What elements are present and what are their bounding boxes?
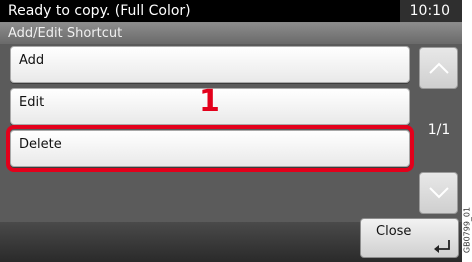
screen-title: Add/Edit Shortcut [0, 23, 462, 44]
chevron-down-icon [428, 187, 449, 199]
document-code: GB0799_01 [462, 200, 472, 260]
status-time: 10:10 [409, 3, 450, 19]
delete-button-label: Delete [19, 137, 62, 152]
chevron-up-icon [428, 62, 449, 74]
page-indicator: 1/1 [427, 122, 451, 138]
scroll-up-button[interactable] [419, 47, 458, 89]
add-button[interactable]: Add [10, 46, 410, 83]
close-button-label: Close [376, 224, 412, 239]
step-number-callout: 1 [199, 84, 220, 119]
delete-button[interactable]: Delete [10, 130, 410, 167]
status-message: Ready to copy. (Full Color) [0, 0, 400, 22]
copier-touch-panel: Ready to copy. (Full Color) 10:10 Add/Ed… [0, 0, 462, 262]
enter-icon [434, 240, 450, 253]
status-bar: Ready to copy. (Full Color) 10:10 [0, 0, 462, 23]
close-button[interactable]: Close [360, 218, 459, 258]
scroll-down-button[interactable] [419, 172, 458, 214]
add-button-label: Add [19, 53, 45, 68]
document-code-text: GB0799_01 [462, 206, 472, 254]
edit-button-label: Edit [19, 95, 45, 110]
